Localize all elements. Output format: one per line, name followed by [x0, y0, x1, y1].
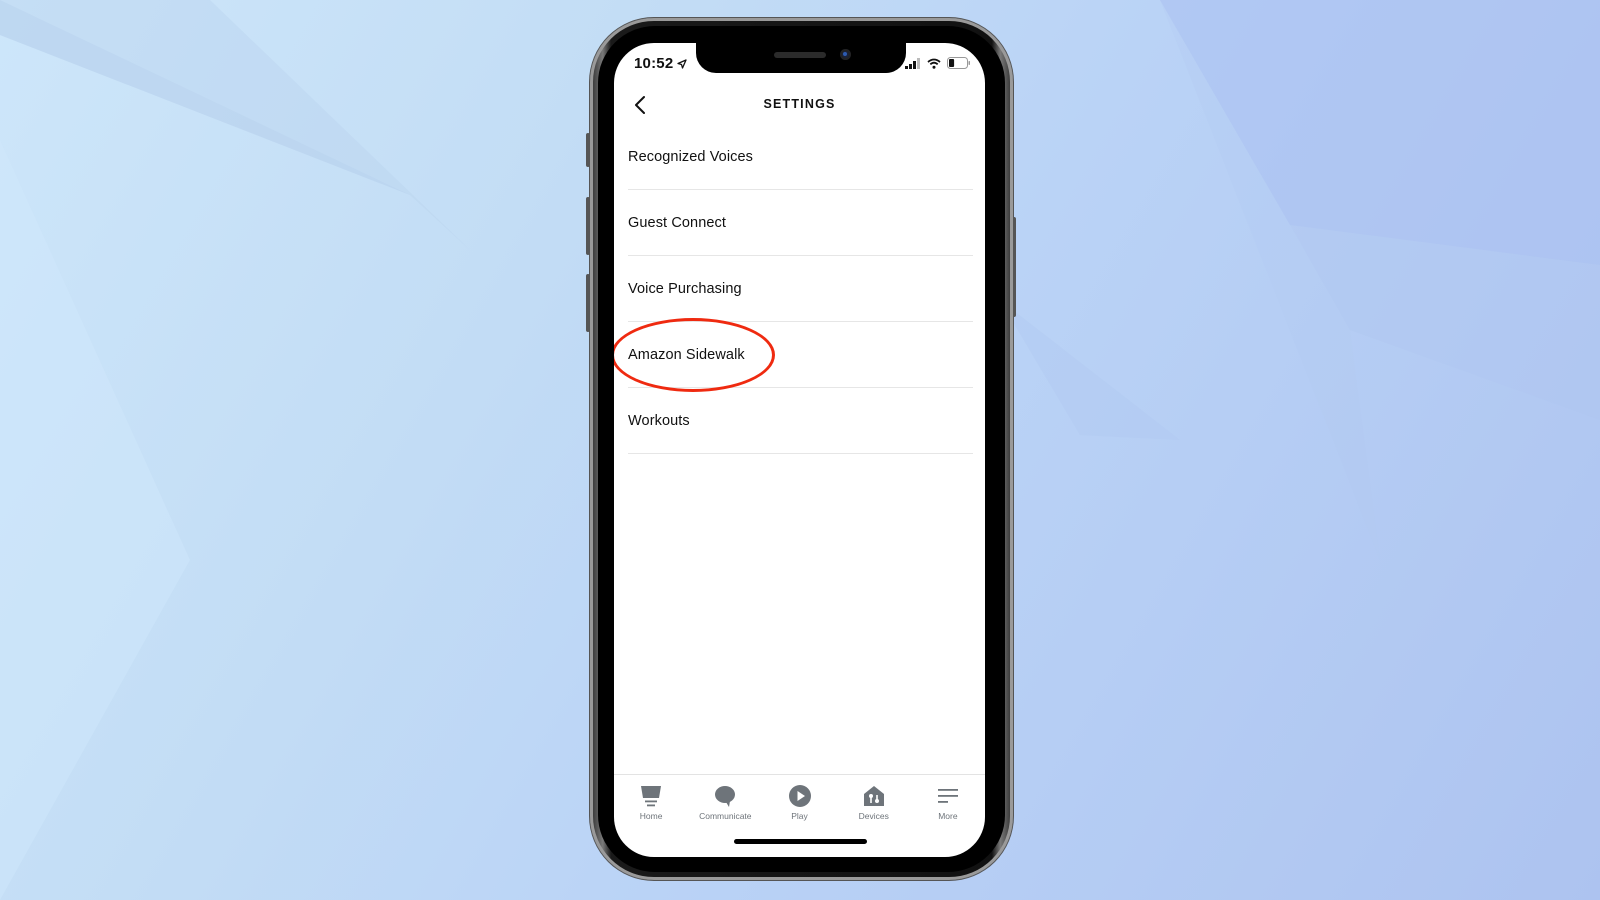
settings-item-label: Recognized Voices: [628, 148, 754, 165]
speaker-grille: [774, 52, 826, 58]
menu-lines-icon: [937, 789, 958, 803]
tab-label: Devices: [858, 811, 889, 821]
settings-item-recognized-voices[interactable]: Recognized Voices: [628, 124, 973, 190]
page-title: SETTINGS: [763, 97, 836, 111]
devices-house-icon: [863, 786, 884, 806]
home-indicator[interactable]: [734, 839, 867, 844]
tab-label: Play: [791, 811, 808, 821]
tab-label: More: [938, 811, 958, 821]
settings-item-voice-purchasing[interactable]: Voice Purchasing: [628, 256, 973, 322]
wifi-icon: [927, 58, 941, 69]
settings-item-label: Workouts: [628, 412, 690, 429]
phone-screen: 10:52 SETTINGS Recognized Voices Guest C…: [614, 43, 985, 857]
tab-label: Home: [639, 811, 663, 821]
bottom-tab-bar: Home Communicate Play Devices More: [614, 774, 985, 834]
battery-icon: [947, 57, 970, 69]
status-icons: [905, 57, 971, 69]
settings-list: Recognized Voices Guest Connect Voice Pu…: [614, 124, 973, 454]
location-arrow-icon: [677, 58, 688, 69]
tab-home[interactable]: Home: [614, 775, 688, 834]
tab-play[interactable]: Play: [762, 775, 836, 834]
tab-communicate[interactable]: Communicate: [688, 775, 762, 834]
settings-item-amazon-sidewalk[interactable]: Amazon Sidewalk: [614, 317, 973, 392]
tab-devices[interactable]: Devices: [837, 775, 911, 834]
tab-more[interactable]: More: [911, 775, 985, 834]
tab-label: Communicate: [699, 811, 752, 821]
home-echo-icon: [641, 786, 662, 807]
settings-item-workouts[interactable]: Workouts: [628, 388, 973, 454]
front-camera: [840, 49, 851, 60]
play-icon: [788, 785, 811, 807]
notch: [696, 43, 906, 73]
settings-item-guest-connect[interactable]: Guest Connect: [628, 190, 973, 256]
settings-item-label: Amazon Sidewalk: [628, 346, 745, 363]
navigation-bar: SETTINGS: [614, 88, 985, 122]
settings-item-label: Voice Purchasing: [628, 280, 742, 297]
chat-bubble-icon: [715, 786, 736, 807]
cellular-signal-icon: [905, 57, 920, 69]
status-time-text: 10:52: [634, 55, 674, 72]
settings-item-label: Guest Connect: [628, 214, 727, 231]
status-time: 10:52: [634, 55, 688, 72]
